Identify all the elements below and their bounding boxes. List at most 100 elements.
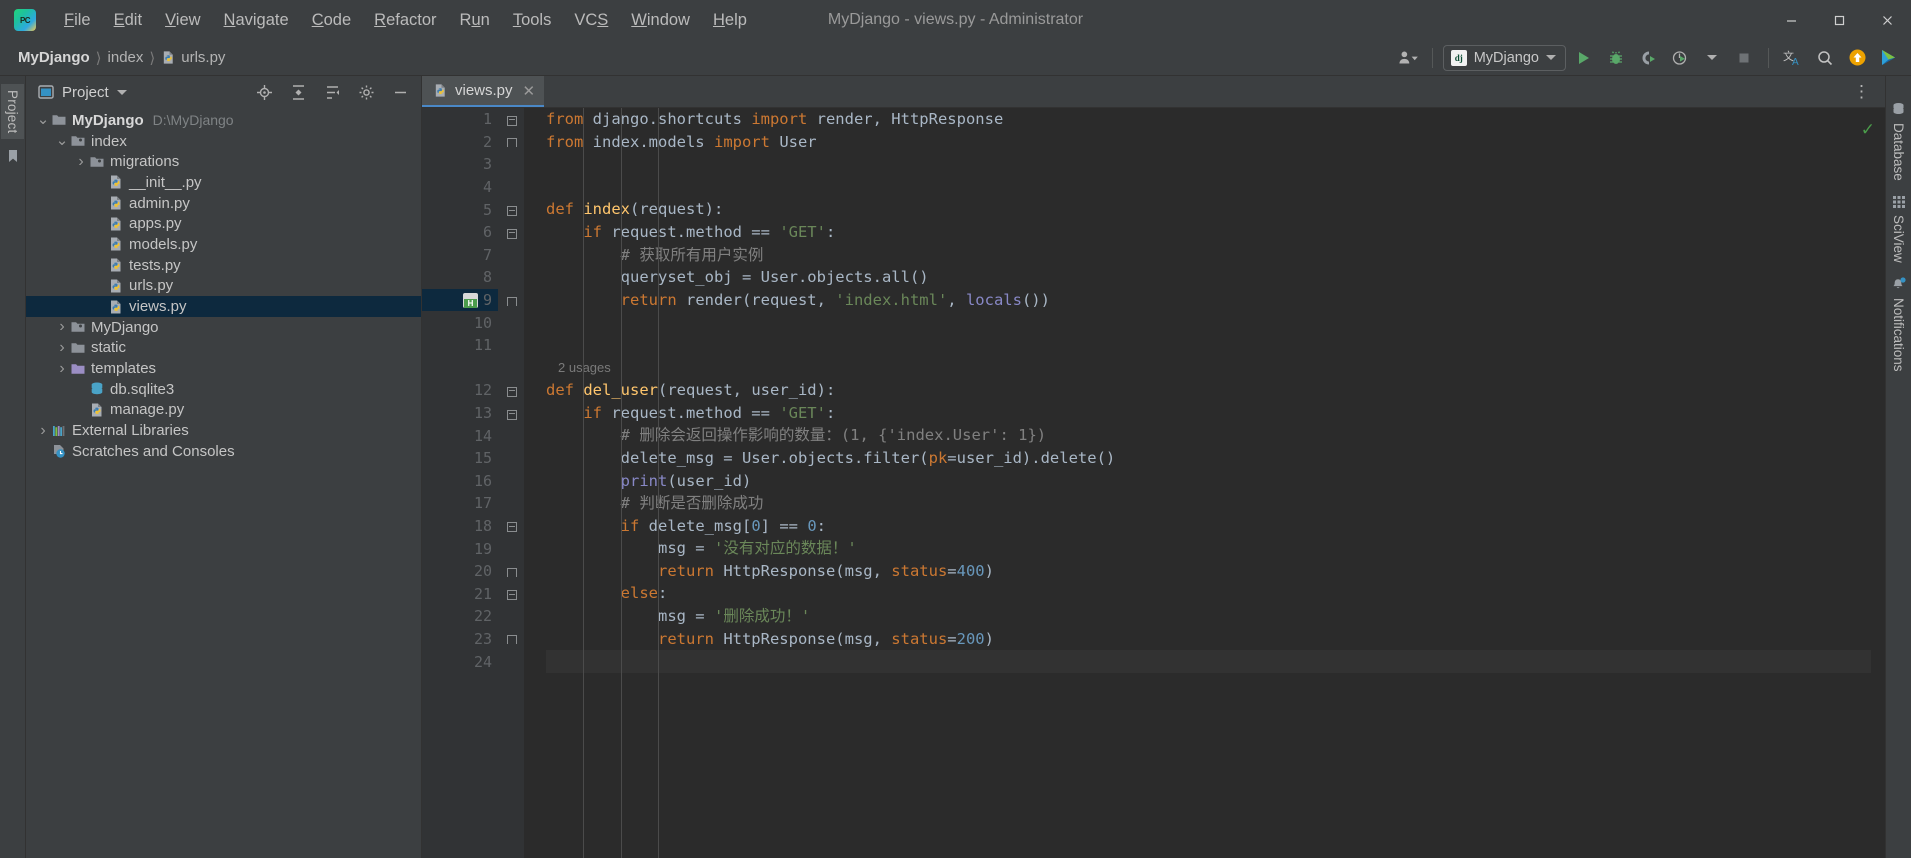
menu-file[interactable]: File — [54, 7, 101, 34]
tree-node-mydjango[interactable]: ⌄ MyDjango D:\MyDjango — [26, 110, 421, 131]
code-content[interactable]: from django.shortcuts import render, Htt… — [524, 108, 1885, 858]
code-line-23[interactable]: return HttpResponse(msg, status=200) — [546, 628, 1885, 651]
code-line-11[interactable] — [546, 334, 1885, 357]
chevron-right-icon[interactable]: › — [55, 360, 69, 378]
hide-panel-icon[interactable] — [387, 80, 413, 104]
fold-marker-slot[interactable] — [498, 515, 524, 538]
code-line-22[interactable]: msg = '删除成功！' — [546, 605, 1885, 628]
menu-code[interactable]: Code — [302, 7, 361, 34]
code-line-14[interactable]: # 删除会返回操作影响的数量：(1, {'index.User': 1}) — [546, 424, 1885, 447]
tree-node-scratches-and-consoles[interactable]: Scratches and Consoles — [26, 441, 421, 462]
tree-node-mydjango[interactable]: › MyDjango — [26, 317, 421, 338]
maximize-button[interactable] — [1815, 0, 1863, 40]
breadcrumb-item-file[interactable]: urls.py — [157, 47, 229, 68]
code-line-4[interactable] — [546, 176, 1885, 199]
tab-views-py[interactable]: views.py ✕ — [422, 76, 545, 107]
search-icon[interactable] — [1811, 45, 1839, 71]
fold-end-icon[interactable] — [506, 567, 517, 577]
fold-marker-slot[interactable] — [498, 402, 524, 425]
chevron-right-icon[interactable]: › — [36, 422, 50, 440]
ide-feature-icon[interactable] — [1875, 45, 1903, 71]
code-line-3[interactable] — [546, 153, 1885, 176]
code-line-6[interactable]: if request.method == 'GET': — [546, 221, 1885, 244]
editor-scrollbar[interactable] — [1871, 108, 1885, 858]
close-button[interactable] — [1863, 0, 1911, 40]
tree-node-models-py[interactable]: models.py — [26, 234, 421, 255]
account-icon[interactable] — [1394, 45, 1422, 71]
menu-navigate[interactable]: Navigate — [214, 7, 299, 34]
usage-inlay-hint[interactable]: 2 usages — [546, 357, 1885, 380]
fold-marker-slot[interactable] — [498, 221, 524, 244]
code-line-20[interactable]: return HttpResponse(msg, status=400) — [546, 560, 1885, 583]
code-line-16[interactable]: print(user_id) — [546, 470, 1885, 493]
code-folding-gutter[interactable] — [498, 108, 524, 858]
fold-marker-slot[interactable] — [498, 560, 524, 583]
target-icon[interactable] — [251, 80, 277, 104]
menu-vcs[interactable]: VCS — [564, 7, 618, 34]
menu-help[interactable]: Help — [703, 7, 757, 34]
fold-marker-slot[interactable] — [498, 131, 524, 154]
chevron-down-icon[interactable] — [1698, 45, 1726, 71]
fold-collapse-icon[interactable] — [506, 589, 517, 601]
tree-node-urls-py[interactable]: urls.py — [26, 276, 421, 297]
tree-node-index[interactable]: ⌄ index — [26, 131, 421, 152]
sidebar-item-sciview[interactable]: SciView — [1891, 195, 1906, 263]
tree-node-templates[interactable]: › templates — [26, 358, 421, 379]
tree-node--init-py[interactable]: __init__.py — [26, 172, 421, 193]
debug-icon[interactable] — [1602, 45, 1630, 71]
sidebar-item-database[interactable]: Database — [1891, 102, 1906, 181]
code-line-21[interactable]: else: — [546, 582, 1885, 605]
fold-collapse-icon[interactable] — [506, 115, 517, 126]
code-line-1[interactable]: from django.shortcuts import render, Htt… — [546, 108, 1885, 131]
inspection-status-icon[interactable]: ✓ — [1861, 120, 1875, 140]
code-line-10[interactable] — [546, 311, 1885, 334]
more-actions-icon[interactable]: ⋮ — [1847, 82, 1877, 102]
code-line-12[interactable]: def del_user(request, user_id): — [546, 379, 1885, 402]
code-line-17[interactable]: # 判断是否删除成功 — [546, 492, 1885, 515]
code-line-13[interactable]: if request.method == 'GET': — [546, 402, 1885, 425]
code-line-8[interactable]: queryset_obj = User.objects.all() — [546, 266, 1885, 289]
fold-marker-slot[interactable] — [498, 582, 524, 605]
chevron-down-icon[interactable] — [116, 89, 127, 95]
code-line-19[interactable]: msg = '没有对应的数据！' — [546, 537, 1885, 560]
fold-marker-slot[interactable] — [498, 198, 524, 221]
menu-window[interactable]: Window — [621, 7, 700, 34]
fold-collapse-icon[interactable] — [506, 228, 517, 239]
code-line-18[interactable]: if delete_msg[0] == 0: — [546, 515, 1885, 538]
menu-tools[interactable]: Tools — [503, 7, 562, 34]
bookmark-icon[interactable] — [6, 149, 20, 163]
chevron-right-icon[interactable]: › — [55, 318, 69, 336]
menu-view[interactable]: View — [155, 7, 210, 34]
code-line-15[interactable]: delete_msg = User.objects.filter(pk=user… — [546, 447, 1885, 470]
fold-marker-slot[interactable] — [498, 379, 524, 402]
fold-end-icon[interactable] — [506, 137, 517, 148]
code-line-24[interactable] — [546, 650, 1885, 673]
translate-icon[interactable]: 文 A — [1779, 45, 1807, 71]
breadcrumb-item-project[interactable]: MyDjango — [14, 47, 94, 68]
chevron-right-icon[interactable]: › — [74, 153, 88, 171]
menu-run[interactable]: Run — [450, 7, 500, 34]
tree-node-manage-py[interactable]: manage.py — [26, 400, 421, 421]
code-line-2[interactable]: from index.models import User — [546, 131, 1885, 154]
menu-edit[interactable]: Edit — [104, 7, 152, 34]
run-icon[interactable] — [1570, 45, 1598, 71]
code-editor[interactable]: 123456789101112131415161718192021222324 … — [422, 108, 1885, 858]
chevron-right-icon[interactable]: › — [55, 339, 69, 357]
fold-collapse-icon[interactable] — [506, 205, 517, 217]
stop-icon[interactable] — [1730, 45, 1758, 71]
fold-collapse-icon[interactable] — [506, 386, 517, 397]
collapse-all-icon[interactable] — [285, 80, 311, 104]
sidebar-item-notifications[interactable]: Notifications — [1891, 276, 1906, 371]
chevron-down-icon[interactable]: ⌄ — [36, 112, 50, 127]
profiler-icon[interactable] — [1666, 45, 1694, 71]
project-tree[interactable]: ⌄ MyDjango D:\MyDjango ⌄ index › migrations __i… — [26, 108, 421, 858]
fold-marker-slot[interactable] — [498, 289, 524, 312]
tree-node-migrations[interactable]: › migrations — [26, 151, 421, 172]
update-icon[interactable] — [1843, 45, 1871, 71]
expand-all-icon[interactable] — [319, 80, 345, 104]
fold-marker-slot[interactable] — [498, 628, 524, 651]
fold-end-icon[interactable] — [506, 634, 517, 645]
minimize-button[interactable] — [1767, 0, 1815, 40]
fold-collapse-icon[interactable] — [506, 521, 517, 533]
html-template-marker-icon[interactable] — [462, 292, 478, 308]
